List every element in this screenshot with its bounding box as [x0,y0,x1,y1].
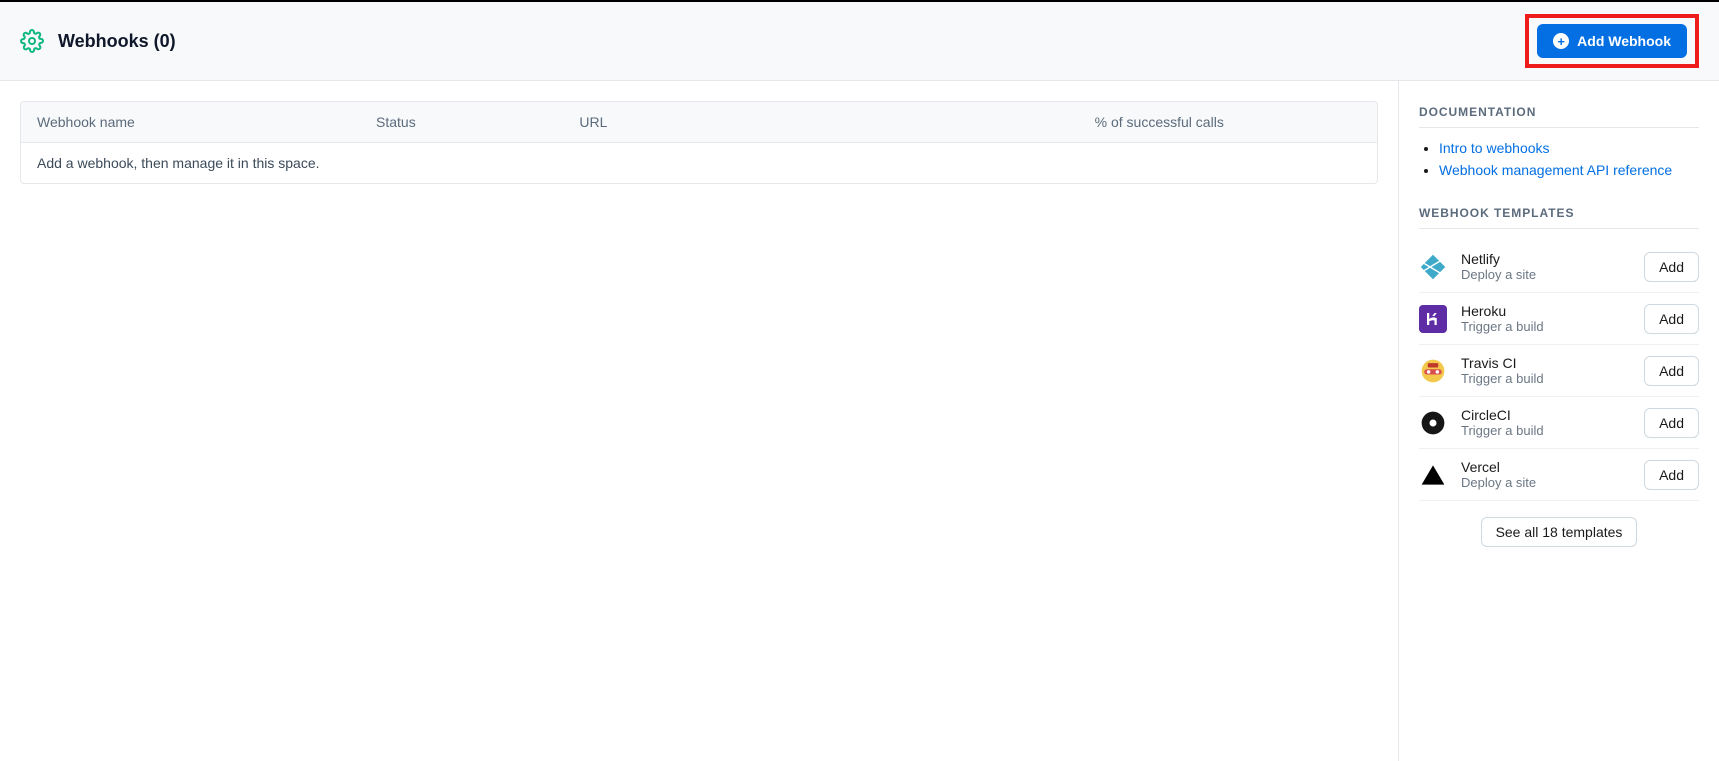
see-all-templates-button[interactable]: See all 18 templates [1481,517,1638,547]
see-all-wrap: See all 18 templates [1419,501,1699,555]
page-header: Webhooks (0) + Add Webhook [0,2,1719,81]
template-text: Netlify Deploy a site [1461,251,1536,282]
template-desc: Deploy a site [1461,475,1536,490]
column-header-pct: % of successful calls [1079,102,1377,142]
template-desc: Deploy a site [1461,267,1536,282]
template-desc: Trigger a build [1461,319,1544,334]
page-title: Webhooks (0) [58,31,176,52]
template-desc: Trigger a build [1461,371,1544,386]
template-add-button[interactable]: Add [1644,460,1699,490]
webhooks-table: Webhook name Status URL % of successful … [20,101,1378,184]
documentation-heading: DOCUMENTATION [1419,105,1699,128]
add-webhook-label: Add Webhook [1577,33,1671,49]
content-area: Webhook name Status URL % of successful … [0,81,1719,761]
template-text: Travis CI Trigger a build [1461,355,1544,386]
template-name: Vercel [1461,459,1536,475]
travis-icon [1419,357,1447,385]
column-header-name: Webhook name [21,102,360,142]
heroku-icon [1419,305,1447,333]
doc-link-item: Intro to webhooks [1439,140,1699,156]
plus-icon: + [1553,33,1569,49]
vercel-icon [1419,461,1447,489]
template-desc: Trigger a build [1461,423,1544,438]
netlify-icon [1419,253,1447,281]
template-item-heroku: Heroku Trigger a build Add [1419,293,1699,345]
gear-icon [20,29,44,53]
template-text: Heroku Trigger a build [1461,303,1544,334]
template-left: CircleCI Trigger a build [1419,407,1544,438]
highlight-annotation: + Add Webhook [1525,14,1699,68]
sidebar: DOCUMENTATION Intro to webhooks Webhook … [1399,81,1719,761]
column-header-status: Status [360,102,563,142]
template-text: Vercel Deploy a site [1461,459,1536,490]
header-left: Webhooks (0) [20,29,176,53]
template-name: Netlify [1461,251,1536,267]
main-panel: Webhook name Status URL % of successful … [0,81,1399,761]
table-body: Add a webhook, then manage it in this sp… [21,143,1377,183]
template-text: CircleCI Trigger a build [1461,407,1544,438]
template-left: Heroku Trigger a build [1419,303,1544,334]
empty-message: Add a webhook, then manage it in this sp… [21,143,336,183]
template-name: Heroku [1461,303,1544,319]
template-item-netlify: Netlify Deploy a site Add [1419,241,1699,293]
template-name: CircleCI [1461,407,1544,423]
table-empty-row: Add a webhook, then manage it in this sp… [21,143,1377,183]
add-webhook-button[interactable]: + Add Webhook [1537,24,1687,58]
template-left: Vercel Deploy a site [1419,459,1536,490]
doc-link-intro[interactable]: Intro to webhooks [1439,140,1550,156]
doc-link-item: Webhook management API reference [1439,162,1699,178]
template-name: Travis CI [1461,355,1544,371]
template-item-vercel: Vercel Deploy a site Add [1419,449,1699,501]
template-left: Netlify Deploy a site [1419,251,1536,282]
template-item-travis: Travis CI Trigger a build Add [1419,345,1699,397]
column-header-url: URL [563,102,1078,142]
documentation-links: Intro to webhooks Webhook management API… [1419,140,1699,178]
table-header-row: Webhook name Status URL % of successful … [21,102,1377,143]
template-add-button[interactable]: Add [1644,408,1699,438]
circleci-icon [1419,409,1447,437]
template-add-button[interactable]: Add [1644,356,1699,386]
template-add-button[interactable]: Add [1644,252,1699,282]
template-item-circleci: CircleCI Trigger a build Add [1419,397,1699,449]
templates-heading: WEBHOOK TEMPLATES [1419,206,1699,229]
doc-link-api[interactable]: Webhook management API reference [1439,162,1672,178]
template-left: Travis CI Trigger a build [1419,355,1544,386]
template-add-button[interactable]: Add [1644,304,1699,334]
